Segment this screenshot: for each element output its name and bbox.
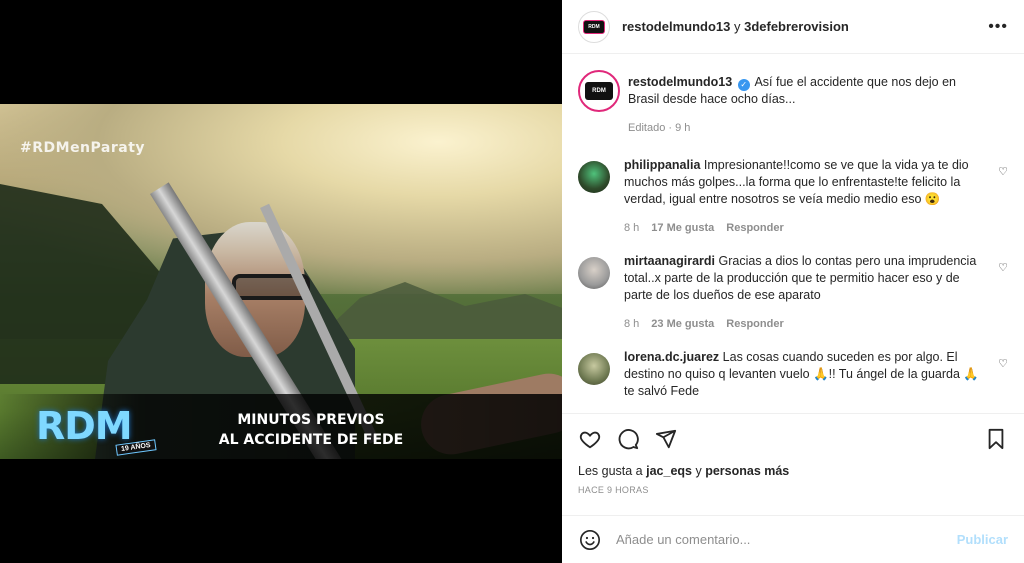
comment-likes[interactable]: 23 Me gusta xyxy=(651,316,714,333)
coauthor-username-link[interactable]: 3defebrerovision xyxy=(744,19,849,34)
comment-time: 8 h xyxy=(624,318,640,330)
video-frame[interactable]: #RDMenParaty RDM 19 AÑOS MINUTOS PREVIOS… xyxy=(0,104,562,459)
post-side-panel: RDM restodelmundo13 y 3defebrerovision •… xyxy=(562,0,1024,563)
video-caption-line2: AL ACCIDENTE DE FEDE xyxy=(218,432,404,448)
likes-prefix: Les gusta a xyxy=(578,464,647,478)
post-time-ago: HACE 9 HORAS xyxy=(578,485,649,495)
comment-username[interactable]: mirtaanagirardi xyxy=(624,254,715,268)
comment-username[interactable]: lorena.dc.juarez xyxy=(624,350,719,364)
post-authors: restodelmundo13 y 3defebrerovision xyxy=(622,19,849,34)
author-avatar[interactable]: RDM xyxy=(578,10,610,43)
comment-like-heart-icon[interactable]: ♡ xyxy=(998,261,1008,274)
comment-item: lorena.dc.juarez Las cosas cuando sucede… xyxy=(578,349,1008,400)
caption-edited: Editado · 9 h xyxy=(628,122,691,134)
video-hashtag: #RDMenParaty xyxy=(20,140,146,156)
commenter-avatar[interactable] xyxy=(578,353,610,385)
comment-username[interactable]: philippanalia xyxy=(624,158,700,172)
rdm-logo: RDM xyxy=(36,404,133,448)
video-caption-line1: MINUTOS PREVIOS xyxy=(237,412,385,428)
comment-time: 8 h xyxy=(624,222,640,234)
video-caption: MINUTOS PREVIOS AL ACCIDENTE DE FEDE xyxy=(200,410,422,450)
resto-del-mundo-logo-icon: RDM xyxy=(585,82,613,100)
commenter-avatar[interactable] xyxy=(578,257,610,289)
comment-body: lorena.dc.juarez Las cosas cuando sucede… xyxy=(624,349,1008,400)
comment-meta: 8 h 23 Me gusta Responder xyxy=(624,316,988,333)
post-header: RDM restodelmundo13 y 3defebrerovision •… xyxy=(562,0,1024,54)
comment-bubble-icon[interactable] xyxy=(616,427,640,451)
more-options-icon[interactable]: ••• xyxy=(988,18,1008,36)
comments-scroll[interactable]: RDM restodelmundo13 ✓ Así fue el acciden… xyxy=(562,54,1024,412)
caption-username[interactable]: restodelmundo13 xyxy=(628,75,732,89)
comment-body: philippanalia Impresionante!!como se ve … xyxy=(624,157,1008,237)
add-comment-input[interactable] xyxy=(616,532,957,547)
add-comment-bar: Publicar xyxy=(562,515,1024,563)
comment-meta: 8 h 17 Me gusta Responder xyxy=(624,220,988,237)
comment-like-heart-icon[interactable]: ♡ xyxy=(998,165,1008,178)
post-caption: RDM restodelmundo13 ✓ Así fue el acciden… xyxy=(578,70,1008,137)
authors-joiner: y xyxy=(730,19,745,34)
action-icons xyxy=(578,426,1008,452)
caption-meta: Editado · 9 h xyxy=(628,120,988,137)
likes-others-link[interactable]: personas más xyxy=(705,464,789,478)
comment-reply-button[interactable]: Responder xyxy=(726,220,783,237)
caption-body: restodelmundo13 ✓ Así fue el accidente q… xyxy=(628,70,1008,137)
likes-user-link[interactable]: jac_eqs xyxy=(646,464,692,478)
comment-likes[interactable]: 17 Me gusta xyxy=(651,220,714,237)
likes-summary: Les gusta a jac_eqs y personas más xyxy=(578,464,1008,478)
share-send-icon[interactable] xyxy=(654,427,678,451)
publish-comment-button[interactable]: Publicar xyxy=(957,532,1008,547)
post-modal: #RDMenParaty RDM 19 AÑOS MINUTOS PREVIOS… xyxy=(0,0,1024,563)
likes-mid: y xyxy=(691,464,706,478)
comment-item: philippanalia Impresionante!!como se ve … xyxy=(578,157,1008,237)
comment-item: mirtaanagirardi Gracias a dios lo contas… xyxy=(578,253,1008,333)
verified-badge-icon: ✓ xyxy=(737,79,750,91)
author-username-link[interactable]: restodelmundo13 xyxy=(622,19,730,34)
emoji-smiley-icon[interactable] xyxy=(578,528,602,552)
post-actions: Les gusta a jac_eqs y personas más HACE … xyxy=(562,413,1024,495)
comment-like-heart-icon[interactable]: ♡ xyxy=(998,357,1008,370)
media-panel: #RDMenParaty RDM 19 AÑOS MINUTOS PREVIOS… xyxy=(0,0,562,563)
save-bookmark-icon[interactable] xyxy=(984,427,1008,451)
comment-reply-button[interactable]: Responder xyxy=(726,316,783,333)
commenter-avatar[interactable] xyxy=(578,161,610,193)
caption-avatar[interactable]: RDM xyxy=(578,70,620,112)
comment-body: mirtaanagirardi Gracias a dios lo contas… xyxy=(624,253,1008,333)
like-heart-icon[interactable] xyxy=(578,427,602,451)
resto-del-mundo-logo-icon: RDM xyxy=(583,19,605,34)
